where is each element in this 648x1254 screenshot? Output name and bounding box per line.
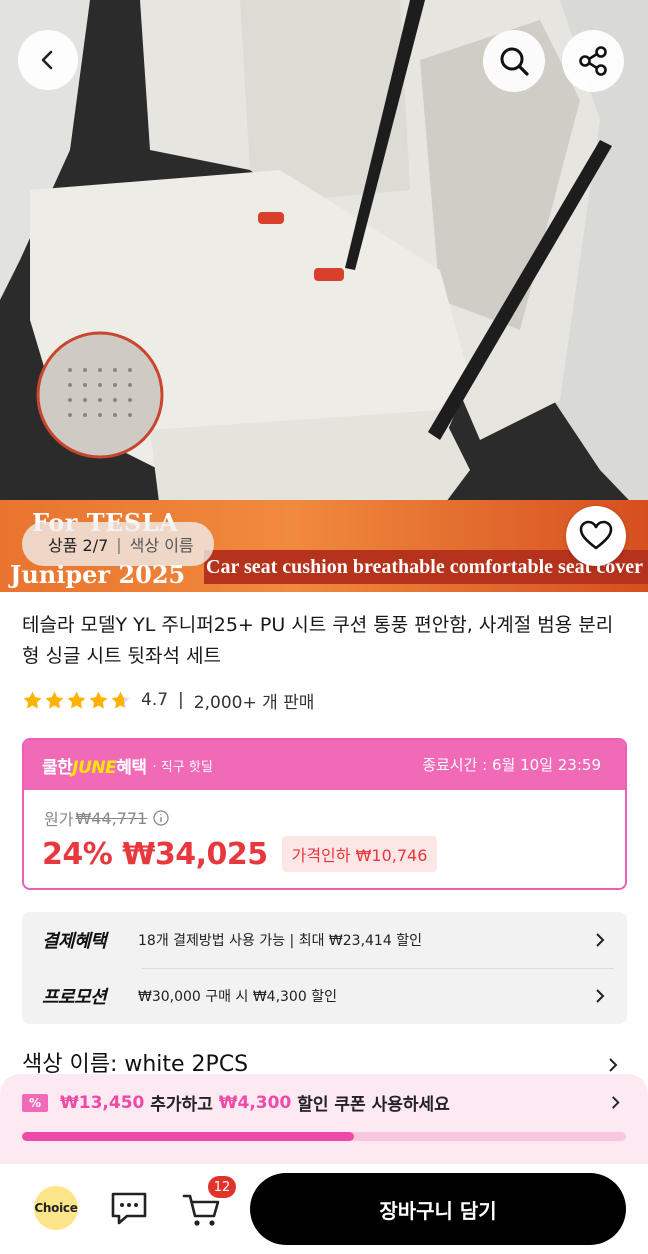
- coupon-message: % ₩13,450 추가하고 ₩4,300 할인 쿠폰 사용하세요: [22, 1090, 450, 1115]
- sale-price-row: 24% ₩34,025 가격인하 ₩10,746: [42, 836, 438, 872]
- sale-price: 24% ₩34,025: [42, 836, 268, 872]
- original-price: ₩44,771: [75, 808, 148, 828]
- product-image-gallery[interactable]: For TESLA Juniper 2025 Car seat cushion …: [0, 0, 648, 592]
- cart-count-badge: 12: [208, 1176, 236, 1198]
- chevron-left-icon: [41, 50, 53, 70]
- payment-benefit-label: 결제혜택: [42, 931, 107, 952]
- price-box: 쿨한JUNE혜택 · 직구 핫딜 종료시간 : 6월 10일 23:59 원가 …: [22, 738, 627, 890]
- payment-benefit-text: 18개 결제방법 사용 가능 | 최대 ₩23,414 할인: [138, 933, 422, 949]
- bottom-action-bar: Choice 12 장바구니 담기: [0, 1164, 648, 1254]
- share-button[interactable]: [562, 30, 624, 92]
- search-button[interactable]: [483, 30, 545, 92]
- original-price-label: 원가: [44, 810, 74, 829]
- original-price-row: 원가 ₩44,771: [44, 806, 169, 830]
- promotion-text: ₩30,000 구매 시 ₩4,300 할인: [138, 989, 337, 1005]
- promotion-label: 프로모션: [42, 987, 107, 1008]
- coupon-text-end: 할인 쿠폰 사용하세요: [291, 1095, 450, 1115]
- add-to-cart-button[interactable]: 장바구니 담기: [250, 1173, 626, 1245]
- star-icon: [45, 691, 64, 708]
- star-rating: [22, 690, 131, 711]
- chevron-right-icon: [612, 1096, 620, 1109]
- chevron-right-icon: [596, 989, 605, 1003]
- image-counter: 상품 2/7 | 색상 이름: [22, 522, 214, 566]
- coupon-progress-fill: [22, 1132, 355, 1141]
- june-deal-header[interactable]: 쿨한JUNE혜택 · 직구 핫딜 종료시간 : 6월 10일 23:59: [24, 740, 625, 790]
- heart-icon: [579, 520, 613, 550]
- coupon-text-mid: 추가하고: [144, 1095, 219, 1115]
- chevron-right-icon: [596, 933, 605, 947]
- wishlist-button[interactable]: [566, 506, 626, 566]
- deal-end-time: 종료시간 : 6월 10일 23:59: [422, 756, 601, 774]
- sold-count: 2,000+ 개 판매: [193, 692, 315, 713]
- star-icon: [23, 691, 42, 708]
- june-deal-subtitle: · 직구 핫딜: [152, 759, 213, 775]
- coupon-strip[interactable]: % ₩13,450 추가하고 ₩4,300 할인 쿠폰 사용하세요: [0, 1074, 648, 1164]
- payment-benefit-row[interactable]: 결제혜택 18개 결제방법 사용 가능 | 최대 ₩23,414 할인: [42, 922, 607, 958]
- june-deal-logo: 쿨한JUNE혜택: [42, 757, 147, 778]
- back-button[interactable]: [18, 30, 78, 90]
- option-label: 색상 이름: [129, 536, 194, 555]
- rating-value: 4.7: [141, 690, 169, 710]
- share-icon: [579, 46, 607, 76]
- choice-badge[interactable]: Choice: [34, 1186, 78, 1230]
- image-counter-text: 상품 2/7: [48, 536, 109, 555]
- counter-separator: |: [116, 534, 122, 554]
- star-icon: [67, 691, 86, 708]
- promotion-row[interactable]: 프로모션 ₩30,000 구매 시 ₩4,300 할인: [42, 978, 607, 1014]
- product-title: 테슬라 모델Y YL 주니퍼25+ PU 시트 쿠션 통풍 편안함, 사계절 범…: [22, 614, 614, 667]
- percent-icon: %: [22, 1093, 48, 1112]
- star-icon: [89, 691, 108, 708]
- rating-separator: |: [178, 690, 184, 710]
- chevron-right-icon: [609, 1058, 618, 1072]
- benefits-box: 결제혜택 18개 결제방법 사용 가능 | 최대 ₩23,414 할인 프로모션…: [22, 912, 627, 1024]
- star-half-icon: [111, 691, 130, 708]
- search-icon: [500, 47, 529, 76]
- rating-row[interactable]: 4.7 | 2,000+ 개 판매: [22, 686, 314, 714]
- coupon-amount-needed: ₩13,450: [60, 1092, 145, 1113]
- coupon-progress-bar: [22, 1132, 626, 1141]
- divider: [142, 968, 614, 969]
- info-icon[interactable]: [153, 810, 169, 826]
- coupon-discount: ₩4,300: [218, 1092, 292, 1113]
- price-drop-badge: 가격인하 ₩10,746: [281, 836, 438, 872]
- chat-icon[interactable]: [109, 1189, 149, 1229]
